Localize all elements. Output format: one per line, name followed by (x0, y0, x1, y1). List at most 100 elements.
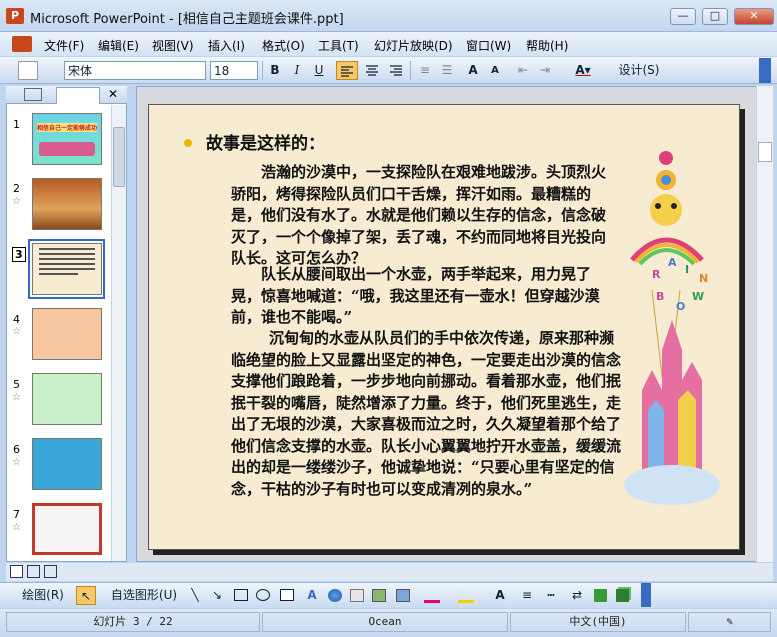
separator (410, 61, 411, 80)
slide-thumbnail-4[interactable] (32, 308, 102, 360)
increase-indent-icon[interactable]: ⇥ (536, 61, 554, 80)
arrow-icon[interactable]: ↘ (210, 586, 224, 605)
rainbow-letter: O (676, 300, 686, 313)
menu-slideshow[interactable]: 幻灯片放映(D) (374, 37, 453, 54)
align-right-button[interactable] (386, 61, 406, 80)
fill-color-icon[interactable] (424, 600, 440, 603)
menu-view[interactable]: 视图(V) (152, 37, 194, 54)
story-paragraph-2[interactable]: 队长从腰间取出一个水壶，两手举起来，用力晃了晃，惊喜地喊道：“哦，我这里还有一壶… (231, 264, 617, 329)
menu-edit[interactable]: 编辑(E) (98, 37, 139, 54)
close-button[interactable]: ✕ (734, 8, 774, 25)
minimize-button[interactable]: — (670, 8, 696, 25)
decrease-indent-icon[interactable]: ⇤ (514, 61, 532, 80)
rainbow-letter: R (652, 268, 661, 281)
slide-number: 4 (13, 313, 20, 326)
window-title: Microsoft PowerPoint - [相信自己主题班会课件.ppt] (30, 12, 344, 27)
font-color-button[interactable]: A▾ (570, 61, 596, 80)
design-template-name: Ocean (262, 612, 508, 632)
bold-button[interactable]: B (266, 61, 284, 80)
animation-star-icon: ☆ (12, 457, 21, 468)
insert-picture-icon[interactable] (396, 589, 410, 602)
align-center-button[interactable] (362, 61, 382, 80)
slide-thumbnail-5[interactable] (32, 373, 102, 425)
select-pointer-icon[interactable]: ↖ (76, 586, 96, 605)
draw-menu-button[interactable]: 绘图(R) (14, 586, 72, 605)
picture-icon[interactable] (372, 589, 386, 602)
slide-thumbnail-7[interactable] (32, 503, 102, 555)
slide-heading[interactable]: 故事是这样的： (206, 134, 325, 156)
menu-format[interactable]: 格式(O) (262, 37, 305, 54)
scroll-thumb[interactable] (113, 127, 125, 187)
align-left-button[interactable] (336, 61, 358, 80)
shadow-style-icon[interactable] (594, 589, 607, 602)
rainbow-letter: W (692, 290, 705, 303)
rainbow-letter: I (685, 263, 690, 276)
normal-view-icon[interactable] (10, 565, 23, 578)
maximize-button[interactable]: □ (702, 8, 728, 25)
story-paragraph-3[interactable]: 沉甸甸的水壶从队员们的手中依次传递，原来那种濒临绝望的脸上又显露出坚定的神色，一… (231, 328, 623, 500)
rainbow-letter: N (699, 272, 709, 285)
slide-number-selected: 3 (12, 247, 26, 262)
bullets-icon[interactable]: ☰ (438, 61, 456, 80)
dash-style-icon[interactable]: ┅ (544, 586, 558, 605)
story-paragraph-1[interactable]: 浩瀚的沙漠中，一支探险队在艰难地跋涉。头顶烈火骄阳，烤得探险队员们口干舌燥，挥汗… (231, 162, 617, 270)
line-icon[interactable]: ╲ (188, 586, 202, 605)
slide-counter: 幻灯片 3 / 22 (6, 612, 260, 632)
clipart-icon[interactable] (350, 589, 364, 602)
vertical-scrollbar[interactable] (756, 86, 773, 562)
line-color-icon[interactable] (458, 600, 474, 603)
menu-help[interactable]: 帮助(H) (526, 37, 568, 54)
toolbar-options-icon[interactable] (641, 583, 651, 607)
textbox-icon[interactable] (280, 589, 294, 601)
rectangle-icon[interactable] (234, 589, 248, 601)
slide-thumbnail-6[interactable] (32, 438, 102, 490)
slide-thumbnail-1[interactable]: 相信自己一定能够成功 (32, 113, 102, 165)
close-pane-icon[interactable]: ✕ (108, 87, 118, 101)
numbering-icon[interactable]: ≡ (416, 61, 434, 80)
oval-icon[interactable] (256, 589, 270, 601)
slide-number: 7 (13, 508, 20, 521)
menu-insert[interactable]: 插入(I) (208, 37, 245, 54)
wordart-icon[interactable]: A (304, 586, 320, 605)
3d-style-icon[interactable] (616, 589, 629, 602)
separator (262, 61, 263, 80)
slide-number: 1 (13, 118, 20, 131)
menu-tools[interactable]: 工具(T) (318, 37, 359, 54)
underline-button[interactable]: U (310, 61, 328, 80)
design-button[interactable]: 设计(S) (610, 61, 668, 80)
slide-sorter-view-icon[interactable] (27, 565, 40, 578)
spelling-check-icon[interactable]: ✎ (688, 612, 771, 632)
animation-star-icon: ☆ (12, 196, 21, 207)
slides-tab[interactable] (56, 87, 100, 104)
outline-tab-icon[interactable] (24, 88, 42, 101)
diagram-icon[interactable] (328, 589, 342, 602)
scroll-thumb[interactable] (758, 142, 772, 162)
slide-thumbnail-2[interactable] (32, 178, 102, 230)
decrease-font-icon[interactable]: A (486, 61, 504, 80)
italic-button[interactable]: I (288, 61, 306, 80)
view-buttons-bar (6, 563, 773, 581)
document-icon[interactable] (12, 36, 32, 52)
animation-star-icon: ☆ (12, 326, 21, 337)
menu-window[interactable]: 窗口(W) (466, 37, 511, 54)
autoshapes-button[interactable]: 自选图形(U) (104, 586, 184, 605)
arrow-style-icon[interactable]: ⇄ (570, 586, 584, 605)
slide-number: 5 (13, 378, 20, 391)
bullet-icon (184, 139, 192, 147)
new-document-icon[interactable] (18, 61, 38, 80)
increase-font-icon[interactable]: A (464, 61, 482, 80)
slide-number: 6 (13, 443, 20, 456)
toolbar-options-icon[interactable] (759, 58, 771, 83)
slideshow-view-icon[interactable] (44, 565, 57, 578)
rainbow-letter: B (656, 290, 665, 303)
animation-star-icon: ☆ (12, 522, 21, 533)
powerpoint-app-icon[interactable]: P (6, 8, 24, 24)
font-name-select[interactable]: 宋体 (64, 61, 206, 80)
line-style-icon[interactable]: ≡ (520, 586, 534, 605)
animation-star-icon: ☆ (12, 392, 21, 403)
slide-thumbnail-3[interactable] (32, 243, 102, 295)
font-color-icon[interactable]: A (490, 586, 510, 605)
menu-file[interactable]: 文件(F) (44, 37, 84, 54)
font-size-select[interactable]: 18 (210, 61, 258, 80)
slides-pane-scrollbar[interactable] (111, 105, 126, 561)
